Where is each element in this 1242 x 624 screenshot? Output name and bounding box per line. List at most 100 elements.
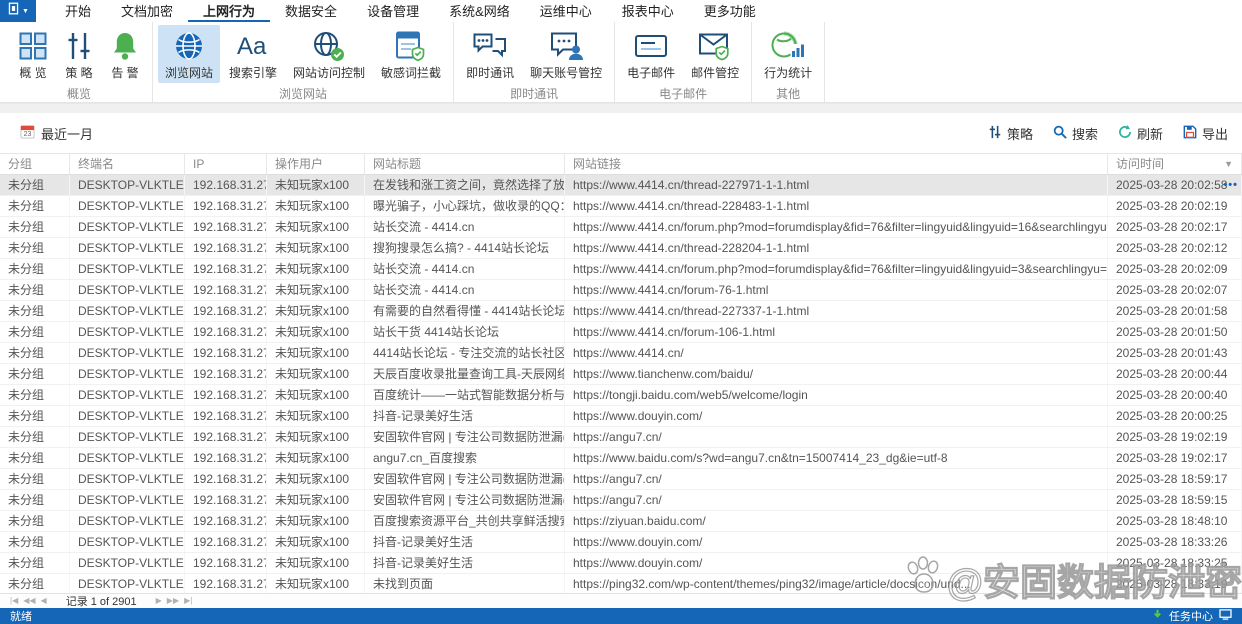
table-row[interactable]: 未分组DESKTOP-VLKTLE1192.168.31.27未知玩家x100站… bbox=[0, 322, 1242, 343]
cell-url: https://www.douyin.com/ bbox=[565, 406, 1108, 426]
cell-time: 2025-03-28 20:00:44 bbox=[1108, 364, 1242, 384]
cell-terminal: DESKTOP-VLKTLE1 bbox=[70, 301, 185, 321]
cell-terminal: DESKTOP-VLKTLE1 bbox=[70, 343, 185, 363]
table-row[interactable]: 未分组DESKTOP-VLKTLE1192.168.31.27未知玩家x100曝… bbox=[0, 196, 1242, 217]
app-menu-button[interactable]: ▼ bbox=[0, 0, 36, 22]
column-header[interactable]: 网站链接 bbox=[565, 154, 1108, 174]
toolbar-export-button[interactable]: 导出 bbox=[1183, 124, 1228, 143]
cell-title: 安固软件官网 | 专注公司数据防泄漏(DLP)，... bbox=[365, 469, 565, 489]
sensitive-word-shield-icon bbox=[394, 29, 428, 63]
cell-title: 百度搜索资源平台_共创共享鲜活搜索 bbox=[365, 511, 565, 531]
table-row[interactable]: 未分组DESKTOP-VLKTLE1192.168.31.27未知玩家x100站… bbox=[0, 217, 1242, 238]
ribbon-button-overview-grid[interactable]: 概 览 bbox=[11, 25, 55, 83]
cell-time: 2025-03-28 20:02:09 bbox=[1108, 259, 1242, 279]
table-header: 分组终端名IP操作用户网站标题网站链接访问时间▼ bbox=[0, 153, 1242, 175]
ribbon-button-search-engine-aa[interactable]: Aa搜索引擎 bbox=[222, 25, 284, 83]
last-page-button[interactable]: ▶| bbox=[184, 597, 192, 605]
menu-tab[interactable]: 数据安全 bbox=[270, 0, 352, 22]
ribbon-button-mail-control[interactable]: 邮件管控 bbox=[684, 25, 746, 83]
cell-terminal: DESKTOP-VLKTLE1 bbox=[70, 406, 185, 426]
table-row[interactable]: 未分组DESKTOP-VLKTLE1192.168.31.27未知玩家x100搜… bbox=[0, 238, 1242, 259]
site-access-globe-check-icon bbox=[312, 29, 346, 63]
menu-tab[interactable]: 文档加密 bbox=[106, 0, 188, 22]
table-row[interactable]: 未分组DESKTOP-VLKTLE1192.168.31.27未知玩家x100天… bbox=[0, 364, 1242, 385]
next-block-button[interactable]: ▶▶ bbox=[167, 597, 179, 605]
column-header[interactable]: 网站标题 bbox=[365, 154, 565, 174]
ribbon-button-alert-bell[interactable]: 告 警 bbox=[103, 25, 147, 83]
table-row[interactable]: 未分组DESKTOP-VLKTLE1192.168.31.27未知玩家x100百… bbox=[0, 385, 1242, 406]
toolbar-search-button[interactable]: 搜索 bbox=[1053, 124, 1098, 143]
table-row[interactable]: 未分组DESKTOP-VLKTLE1192.168.31.27未知玩家x100抖… bbox=[0, 532, 1242, 553]
next-page-button[interactable]: ▶ bbox=[156, 597, 162, 605]
cell-title: 抖音-记录美好生活 bbox=[365, 553, 565, 573]
ribbon-button-email[interactable]: 电子邮件 bbox=[620, 25, 682, 83]
first-page-button[interactable]: |◀ bbox=[10, 597, 18, 605]
ribbon-button-browse-globe[interactable]: 浏览网站 bbox=[158, 25, 220, 83]
menu-tab[interactable]: 上网行为 bbox=[188, 0, 270, 22]
cell-ip: 192.168.31.27 bbox=[185, 217, 267, 237]
menu-tab[interactable]: 运维中心 bbox=[525, 0, 607, 22]
table-row[interactable]: 未分组DESKTOP-VLKTLE1192.168.31.27未知玩家x100安… bbox=[0, 427, 1242, 448]
menu-tab[interactable]: 报表中心 bbox=[607, 0, 689, 22]
menu-tab[interactable]: 设备管理 bbox=[352, 0, 434, 22]
menu-tab[interactable]: 系统&网络 bbox=[434, 0, 525, 22]
ribbon-button-im-chat[interactable]: 即时通讯 bbox=[459, 25, 521, 83]
cell-group: 未分组 bbox=[0, 259, 70, 279]
table-row[interactable]: 未分组DESKTOP-VLKTLE1192.168.31.27未知玩家x100抖… bbox=[0, 406, 1242, 427]
cell-user: 未知玩家x100 bbox=[267, 553, 365, 573]
date-range-label: 最近一月 bbox=[41, 124, 93, 143]
task-center-button[interactable]: 任务中心 bbox=[1152, 608, 1232, 624]
toolbar-policy-sliders-small-button[interactable]: 策略 bbox=[988, 124, 1033, 143]
cell-url: https://www.douyin.com/ bbox=[565, 553, 1108, 573]
cell-user: 未知玩家x100 bbox=[267, 532, 365, 552]
cell-group: 未分组 bbox=[0, 511, 70, 531]
table-row[interactable]: 未分组DESKTOP-VLKTLE1192.168.31.27未知玩家x100a… bbox=[0, 448, 1242, 469]
table-row[interactable]: 未分组DESKTOP-VLKTLE1192.168.31.27未知玩家x100百… bbox=[0, 511, 1242, 532]
table-row[interactable]: 未分组DESKTOP-VLKTLE1192.168.31.27未知玩家x100未… bbox=[0, 574, 1242, 593]
date-range-filter[interactable]: 23 最近一月 bbox=[20, 124, 93, 143]
column-header[interactable]: IP bbox=[185, 154, 267, 174]
column-header[interactable]: 访问时间▼ bbox=[1108, 154, 1242, 174]
table-row[interactable]: 未分组DESKTOP-VLKTLE1192.168.31.27未知玩家x100抖… bbox=[0, 553, 1242, 574]
table-row[interactable]: 未分组DESKTOP-VLKTLE1192.168.31.27未知玩家x1004… bbox=[0, 343, 1242, 364]
table-row[interactable]: 未分组DESKTOP-VLKTLE1192.168.31.27未知玩家x100站… bbox=[0, 280, 1242, 301]
ribbon-button-label: 行为统计 bbox=[764, 64, 812, 81]
table-row[interactable]: 未分组DESKTOP-VLKTLE1192.168.31.27未知玩家x100安… bbox=[0, 469, 1242, 490]
column-header[interactable]: 分组 bbox=[0, 154, 70, 174]
cell-ip: 192.168.31.27 bbox=[185, 259, 267, 279]
menu-tab[interactable]: 开始 bbox=[50, 0, 106, 22]
cell-title: 未找到页面 bbox=[365, 574, 565, 593]
prev-page-button[interactable]: ◀ bbox=[41, 597, 47, 605]
ribbon-button-site-access-globe-check[interactable]: 网站访问控制 bbox=[286, 25, 372, 83]
toolbar-refresh-button[interactable]: 刷新 bbox=[1118, 124, 1163, 143]
ribbon-button-label: 即时通讯 bbox=[466, 64, 514, 81]
cell-group: 未分组 bbox=[0, 574, 70, 593]
cell-ip: 192.168.31.27 bbox=[185, 343, 267, 363]
table-row[interactable]: 未分组DESKTOP-VLKTLE1192.168.31.27未知玩家x100在… bbox=[0, 175, 1242, 196]
table-row[interactable]: 未分组DESKTOP-VLKTLE1192.168.31.27未知玩家x100站… bbox=[0, 259, 1242, 280]
cell-ip: 192.168.31.27 bbox=[185, 406, 267, 426]
cell-terminal: DESKTOP-VLKTLE1 bbox=[70, 427, 185, 447]
prev-block-button[interactable]: ◀◀ bbox=[23, 597, 35, 605]
table-row[interactable]: 未分组DESKTOP-VLKTLE1192.168.31.27未知玩家x100安… bbox=[0, 490, 1242, 511]
cell-ip: 192.168.31.27 bbox=[185, 385, 267, 405]
cell-title: 站长交流 - 4414.cn bbox=[365, 217, 565, 237]
column-header[interactable]: 终端名 bbox=[70, 154, 185, 174]
sort-caret-icon[interactable]: ▼ bbox=[1224, 154, 1233, 174]
cell-title: 抖音-记录美好生活 bbox=[365, 532, 565, 552]
ribbon-button-chat-account[interactable]: 聊天账号管控 bbox=[523, 25, 609, 83]
ribbon-button-sensitive-word-shield[interactable]: 敏感词拦截 bbox=[374, 25, 448, 83]
cell-url: https://www.4414.cn/ bbox=[565, 343, 1108, 363]
cell-time: 2025-03-28 18:33:25 bbox=[1108, 553, 1242, 573]
table-row[interactable]: 未分组DESKTOP-VLKTLE1192.168.31.27未知玩家x100有… bbox=[0, 301, 1242, 322]
svg-text:23: 23 bbox=[24, 131, 32, 138]
ribbon-button-behavior-stats[interactable]: 行为统计 bbox=[757, 25, 819, 83]
cell-user: 未知玩家x100 bbox=[267, 217, 365, 237]
menu-tab[interactable]: 更多功能 bbox=[689, 0, 771, 22]
ribbon-button-policy-sliders[interactable]: 策 略 bbox=[57, 25, 101, 83]
cell-group: 未分组 bbox=[0, 301, 70, 321]
row-actions-icon[interactable]: ••• bbox=[1223, 175, 1238, 195]
column-header[interactable]: 操作用户 bbox=[267, 154, 365, 174]
toolbar-button-label: 策略 bbox=[1007, 124, 1033, 143]
cell-title: 在发钱和涨工资之间，竟然选择了放贷款，... bbox=[365, 175, 565, 195]
